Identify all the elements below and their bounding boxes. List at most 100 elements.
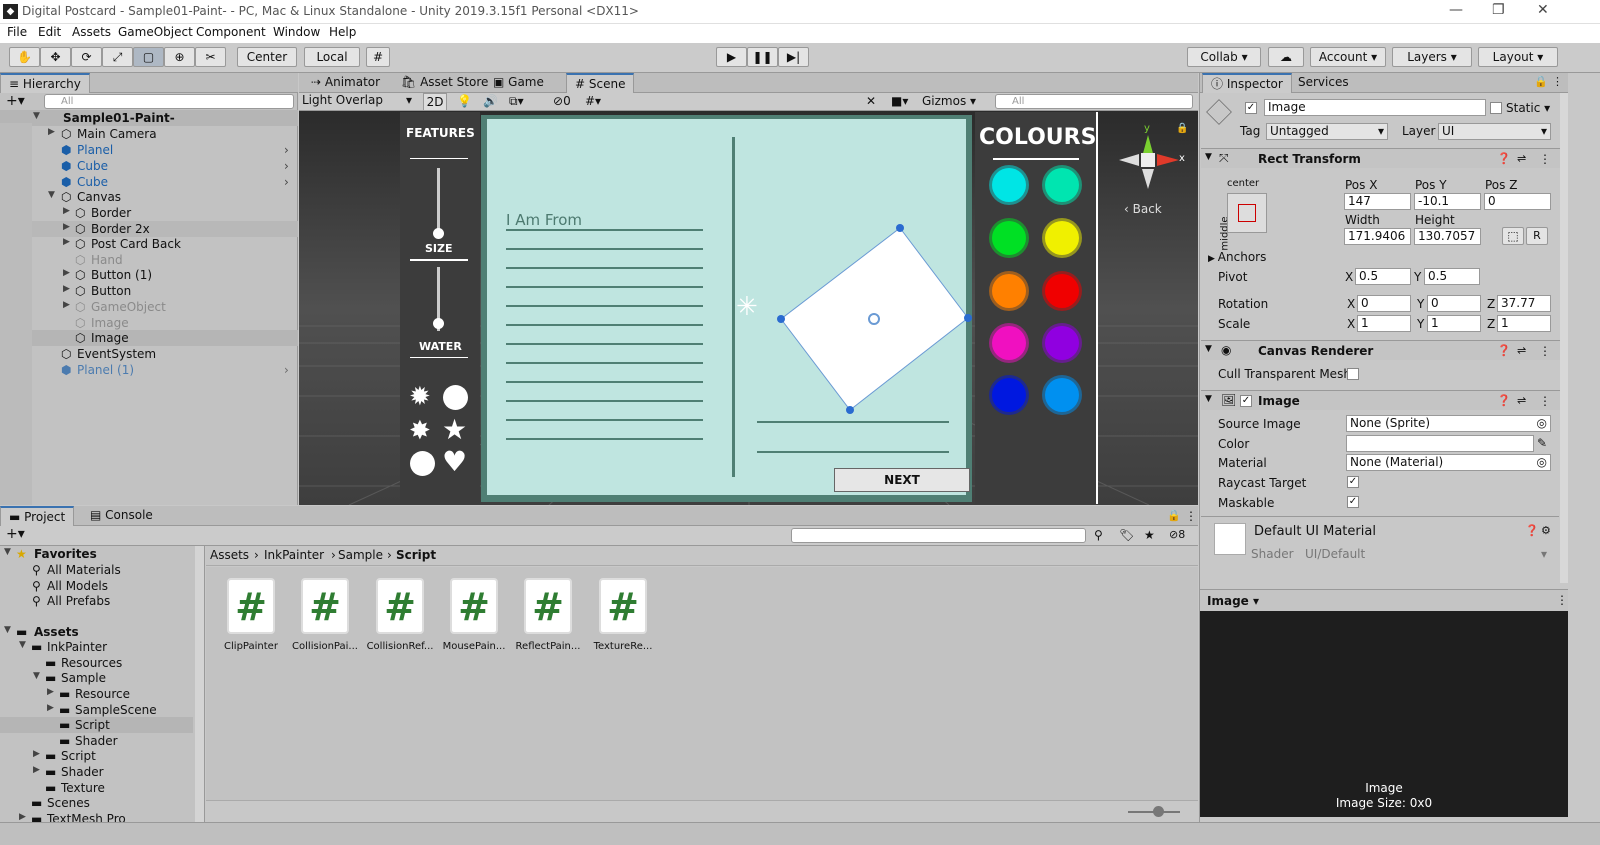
scene-search-input[interactable]: All	[995, 94, 1193, 109]
hierarchy-search-input[interactable]: All	[44, 94, 294, 109]
folder-item-selected[interactable]: ▬ Script	[0, 717, 193, 733]
menu-dots-icon[interactable]: ⋮	[1185, 509, 1197, 523]
csharp-script-icon[interactable]: #	[301, 578, 349, 634]
height-field[interactable]: 130.7057	[1414, 228, 1481, 245]
menu-assets[interactable]: Assets	[72, 25, 111, 39]
static-checkbox[interactable]	[1490, 102, 1502, 114]
hierarchy-item[interactable]: ⬢ Cube ›	[0, 158, 298, 174]
anchors-row[interactable]: ▶ Anchors	[1208, 250, 1266, 264]
pivot-x-field[interactable]: 0.5	[1355, 268, 1411, 285]
hierarchy-item-selected[interactable]: ⬡ Image	[0, 330, 298, 346]
brush-star-icon[interactable]: ★	[442, 415, 467, 445]
lock-icon[interactable]: 🔒	[1176, 123, 1188, 134]
menu-dots-icon[interactable]: ⋮	[1539, 152, 1551, 166]
file-name[interactable]: ClipPainter	[214, 641, 288, 652]
effects-icon[interactable]: ⧉▾	[509, 93, 524, 111]
selected-image-rect[interactable]	[769, 219, 974, 419]
audio-icon[interactable]: 🔊	[483, 93, 498, 111]
tab-services[interactable]: Services	[1290, 73, 1357, 93]
pivot-local-button[interactable]: Local	[304, 47, 360, 67]
csharp-script-icon[interactable]: #	[227, 578, 275, 634]
menu-gameobject[interactable]: GameObject	[118, 25, 193, 39]
hierarchy-item[interactable]: ⬢ Planel (1) ›	[0, 362, 298, 378]
scene-view[interactable]: FEATURES SIZE WATER ✹ ✸ ★ ♥ I Am From ✳ …	[299, 111, 1198, 505]
rotation-x-field[interactable]: 0	[1357, 295, 1411, 312]
hierarchy-item[interactable]: ▼ ⬡ Canvas	[0, 189, 298, 205]
preset-icon[interactable]: ⇌	[1517, 152, 1526, 165]
tree-scrollbar[interactable]	[195, 546, 204, 836]
tag-dropdown[interactable]: Untagged ▾	[1266, 123, 1388, 140]
tab-console[interactable]: ▤ Console	[82, 506, 161, 526]
tab-hierarchy[interactable]: ≡ Hierarchy	[0, 73, 90, 93]
minimize-button[interactable]: —	[1449, 2, 1463, 18]
posy-field[interactable]: -10.1	[1414, 193, 1481, 210]
water-slider-handle[interactable]	[433, 318, 444, 329]
hierarchy-item[interactable]: ▶ ⬡ Button	[0, 283, 298, 299]
favorite-star-icon[interactable]: ★	[1144, 528, 1155, 542]
menu-dots-icon[interactable]: ⋮	[1552, 75, 1563, 88]
help-icon[interactable]: ❓	[1497, 394, 1511, 407]
restore-button[interactable]: ❐	[1492, 2, 1505, 18]
hand-tool-icon[interactable]: ✋	[9, 47, 40, 67]
breadcrumb-item[interactable]: Assets	[210, 548, 249, 562]
step-button[interactable]: ▶|	[778, 47, 809, 67]
search-by-type-icon[interactable]: ⚲	[1094, 528, 1103, 542]
posz-field[interactable]: 0	[1484, 193, 1551, 210]
file-name[interactable]: MousePain...	[437, 641, 511, 652]
csharp-script-icon[interactable]: #	[599, 578, 647, 634]
menu-dots-icon[interactable]: ⋮	[1539, 394, 1551, 408]
scale-tool-icon[interactable]: ⤢	[102, 47, 133, 67]
menu-file[interactable]: File	[7, 25, 27, 39]
color-swatch[interactable]	[992, 326, 1026, 360]
rect-transform-header[interactable]: ▼ ⤧ Rect Transform ❓ ⇌ ⋮	[1201, 148, 1561, 168]
hierarchy-item[interactable]: ⬢ Planel ›	[0, 142, 298, 158]
color-swatch[interactable]	[1045, 221, 1079, 255]
lock-icon[interactable]: 🔒	[1167, 509, 1181, 522]
maskable-checkbox[interactable]: ✓	[1347, 496, 1359, 508]
image-component-header[interactable]: ▼ 🖼 ✓ Image ❓ ⇌ ⋮	[1201, 390, 1561, 410]
brush-burst-icon[interactable]: ✸	[409, 416, 431, 446]
posx-field[interactable]: 147	[1344, 193, 1411, 210]
hierarchy-item[interactable]: ⬢ Cube ›	[0, 174, 298, 190]
scene-root-row[interactable]: ▼ Sample01-Paint-	[0, 110, 298, 126]
color-swatch[interactable]	[992, 168, 1026, 202]
raw-edit-button[interactable]: R	[1526, 227, 1548, 245]
rotation-z-field[interactable]: 37.77	[1497, 295, 1551, 312]
back-label[interactable]: ‹ Back	[1124, 202, 1162, 216]
play-button[interactable]: ▶	[716, 47, 747, 67]
search-by-label-icon[interactable]: 🏷	[1119, 528, 1134, 542]
image-enabled-checkbox[interactable]: ✓	[1240, 395, 1252, 407]
2d-toggle[interactable]: 2D	[423, 93, 447, 111]
csharp-script-icon[interactable]: #	[450, 578, 498, 634]
help-icon[interactable]: ❓	[1497, 344, 1511, 357]
menu-dots-icon[interactable]: ⋮	[1556, 593, 1568, 607]
preset-icon[interactable]: ⇌	[1517, 344, 1526, 357]
color-swatch[interactable]	[992, 274, 1026, 308]
orientation-gizmo[interactable]: y x	[1115, 123, 1185, 203]
color-field[interactable]	[1346, 435, 1534, 452]
lighting-icon[interactable]: 💡	[457, 93, 472, 111]
object-name-field[interactable]: Image	[1264, 99, 1486, 116]
inspector-scrollbar[interactable]	[1560, 93, 1568, 583]
snap-grid-icon[interactable]: #	[366, 47, 390, 67]
rotation-y-field[interactable]: 0	[1427, 295, 1481, 312]
size-slider-track[interactable]	[437, 168, 440, 234]
tools-icon[interactable]: ✕	[866, 93, 876, 111]
rotate-tool-icon[interactable]: ⟳	[71, 47, 102, 67]
hierarchy-item[interactable]: ▶ ⬡ Post Card Back	[0, 236, 298, 252]
tab-asset-store[interactable]: 🛍 Asset Store	[393, 73, 496, 93]
blueprint-mode-icon[interactable]: ⬚	[1502, 227, 1524, 245]
menu-edit[interactable]: Edit	[38, 25, 61, 39]
gizmos-dropdown[interactable]: Gizmos ▾	[922, 93, 976, 111]
gear-icon[interactable]: ⚙	[1541, 524, 1551, 537]
hidden-objects-icon[interactable]: ⊘0	[553, 93, 571, 111]
csharp-script-icon[interactable]: #	[524, 578, 572, 634]
custom-tool-icon[interactable]: ✂	[195, 47, 226, 67]
rect-tool-icon[interactable]: ▢	[133, 47, 164, 67]
scale-x-field[interactable]: 1	[1357, 315, 1411, 332]
color-swatch[interactable]	[992, 221, 1026, 255]
anchor-presets-button[interactable]	[1227, 193, 1267, 233]
project-search-input[interactable]	[791, 528, 1086, 543]
layers-dropdown[interactable]: Layers ▾	[1392, 47, 1472, 67]
tab-inspector[interactable]: ⓘ Inspector	[1202, 73, 1292, 93]
